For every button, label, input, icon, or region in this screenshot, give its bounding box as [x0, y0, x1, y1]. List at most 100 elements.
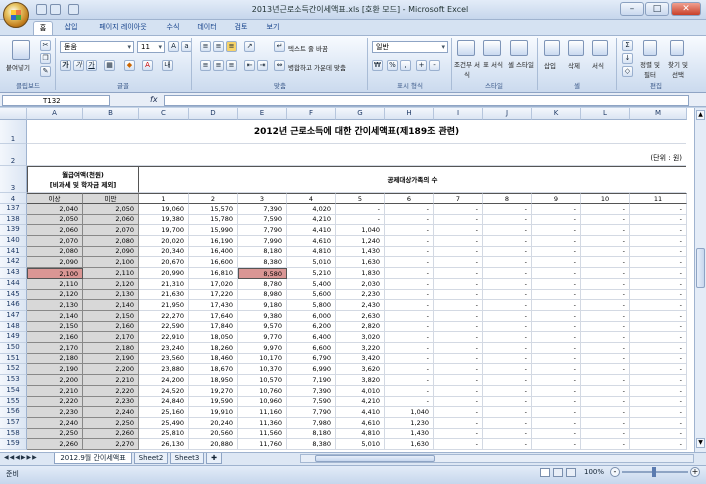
sub-header-cell[interactable]: 10 [581, 193, 630, 204]
table-cell[interactable]: - [483, 354, 532, 364]
table-cell[interactable]: - [483, 418, 532, 429]
table-cell[interactable]: 19,380 [139, 215, 189, 225]
table-cell[interactable]: - [532, 364, 581, 375]
table-cell[interactable]: - [483, 300, 532, 311]
sheet-title[interactable]: 2012년 근로소득에 대한 간이세액표(제189조 관련) [27, 120, 686, 144]
table-cell[interactable]: 6,990 [287, 364, 336, 375]
clear-icon[interactable]: ◇ [622, 66, 633, 77]
fill-color-icon[interactable]: ◆ [124, 60, 135, 71]
table-cell[interactable]: - [483, 268, 532, 279]
sub-header-cell[interactable]: 이상 [27, 193, 83, 204]
table-cell[interactable]: 18,950 [189, 375, 238, 386]
minimize-button[interactable]: – [620, 2, 644, 16]
increase-decimal-icon[interactable]: + [416, 60, 427, 71]
orientation-icon[interactable]: ↗ [244, 41, 255, 52]
zoom-slider-thumb[interactable] [652, 467, 656, 477]
table-cell[interactable]: - [385, 247, 434, 257]
table-cell[interactable]: 19,910 [189, 407, 238, 418]
table-cell[interactable]: 7,790 [238, 225, 287, 236]
table-cell[interactable]: 2,270 [83, 439, 139, 450]
table-cell[interactable]: 1,040 [385, 407, 434, 418]
page-break-view-icon[interactable] [566, 468, 576, 477]
table-cell[interactable]: 2,160 [27, 332, 83, 343]
decrease-decimal-icon[interactable]: - [429, 60, 440, 71]
table-cell[interactable]: 7,980 [287, 418, 336, 429]
table-cell[interactable]: 1,630 [385, 439, 434, 450]
sub-header-cell[interactable]: 4 [287, 193, 336, 204]
sub-header-cell[interactable]: 2 [189, 193, 238, 204]
table-cell[interactable]: - [385, 268, 434, 279]
table-cell[interactable]: - [630, 397, 687, 407]
table-cell[interactable]: - [581, 257, 630, 268]
close-button[interactable]: ✕ [671, 2, 701, 16]
border-icon[interactable]: ▦ [104, 60, 115, 71]
table-cell[interactable]: - [630, 418, 687, 429]
table-cell[interactable]: - [630, 429, 687, 439]
table-cell[interactable]: 2,120 [27, 290, 83, 300]
find-select-button[interactable]: 찾기 및 선택 [664, 59, 692, 79]
table-cell[interactable]: 20,340 [139, 247, 189, 257]
table-cell[interactable]: - [532, 300, 581, 311]
table-cell[interactable]: 6,790 [287, 354, 336, 364]
table-cell[interactable]: 7,790 [287, 407, 336, 418]
table-cell[interactable]: - [532, 322, 581, 332]
table-cell[interactable]: - [434, 364, 483, 375]
table-cell[interactable]: 2,160 [83, 322, 139, 332]
column-header-f[interactable]: F [287, 108, 336, 120]
table-cell[interactable]: - [434, 236, 483, 247]
table-cell[interactable]: - [581, 375, 630, 386]
sub-header-cell[interactable]: 8 [483, 193, 532, 204]
salary-header[interactable]: 월급여액(천원) [비과세 및 학자금 제외] [27, 166, 139, 193]
table-cell[interactable]: - [434, 225, 483, 236]
underline-button[interactable]: 가 [86, 60, 97, 71]
table-cell[interactable]: - [630, 407, 687, 418]
table-cell[interactable]: 5,600 [287, 290, 336, 300]
column-header-a[interactable]: A [27, 108, 83, 120]
table-cell[interactable]: - [385, 332, 434, 343]
table-cell[interactable]: - [385, 257, 434, 268]
table-cell[interactable]: 2,210 [83, 375, 139, 386]
table-cell[interactable]: 21,310 [139, 279, 189, 290]
table-cell[interactable]: - [581, 225, 630, 236]
table-cell[interactable]: 5,010 [336, 439, 385, 450]
table-cell[interactable]: 6,600 [287, 343, 336, 354]
table-cell[interactable]: - [581, 386, 630, 397]
table-cell[interactable]: 2,140 [83, 300, 139, 311]
table-cell[interactable]: - [483, 225, 532, 236]
table-cell[interactable]: 18,050 [189, 332, 238, 343]
row-header[interactable]: 3 [0, 166, 27, 193]
sub-header-cell[interactable]: 1 [139, 193, 189, 204]
table-cell[interactable]: - [483, 311, 532, 322]
table-cell[interactable]: - [630, 364, 687, 375]
table-cell[interactable]: 20,240 [189, 418, 238, 429]
table-cell[interactable]: 4,210 [336, 397, 385, 407]
table-cell[interactable]: - [385, 375, 434, 386]
table-cell[interactable]: - [581, 247, 630, 257]
table-cell[interactable]: 2,220 [83, 386, 139, 397]
office-button[interactable] [3, 2, 29, 28]
table-cell[interactable]: 3,620 [336, 364, 385, 375]
font-name-combo[interactable]: 돋움 [60, 41, 134, 53]
cell-style-button[interactable]: 셀 스타일 [506, 59, 536, 69]
table-cell[interactable]: - [532, 375, 581, 386]
horizontal-scroll-thumb[interactable] [315, 455, 435, 462]
table-cell[interactable]: 3,420 [336, 354, 385, 364]
table-cell[interactable]: 2,170 [27, 343, 83, 354]
name-box[interactable]: T132 [2, 95, 110, 106]
table-cell[interactable]: 8,580 [238, 268, 287, 279]
sub-header-cell[interactable]: 9 [532, 193, 581, 204]
table-cell[interactable]: - [581, 407, 630, 418]
table-cell[interactable]: 22,270 [139, 311, 189, 322]
table-cell[interactable]: - [434, 332, 483, 343]
table-cell[interactable]: 1,040 [336, 225, 385, 236]
table-cell[interactable]: 4,410 [287, 225, 336, 236]
undo-icon[interactable] [50, 4, 61, 15]
table-cell[interactable]: 2,090 [27, 257, 83, 268]
number-format-combo[interactable]: 일반 [372, 41, 448, 53]
table-cell[interactable]: 9,970 [238, 343, 287, 354]
table-cell[interactable]: 2,200 [27, 375, 83, 386]
column-header-d[interactable]: D [189, 108, 238, 120]
table-cell[interactable]: 2,260 [83, 429, 139, 439]
table-cell[interactable]: - [532, 236, 581, 247]
table-cell[interactable]: 18,260 [189, 343, 238, 354]
